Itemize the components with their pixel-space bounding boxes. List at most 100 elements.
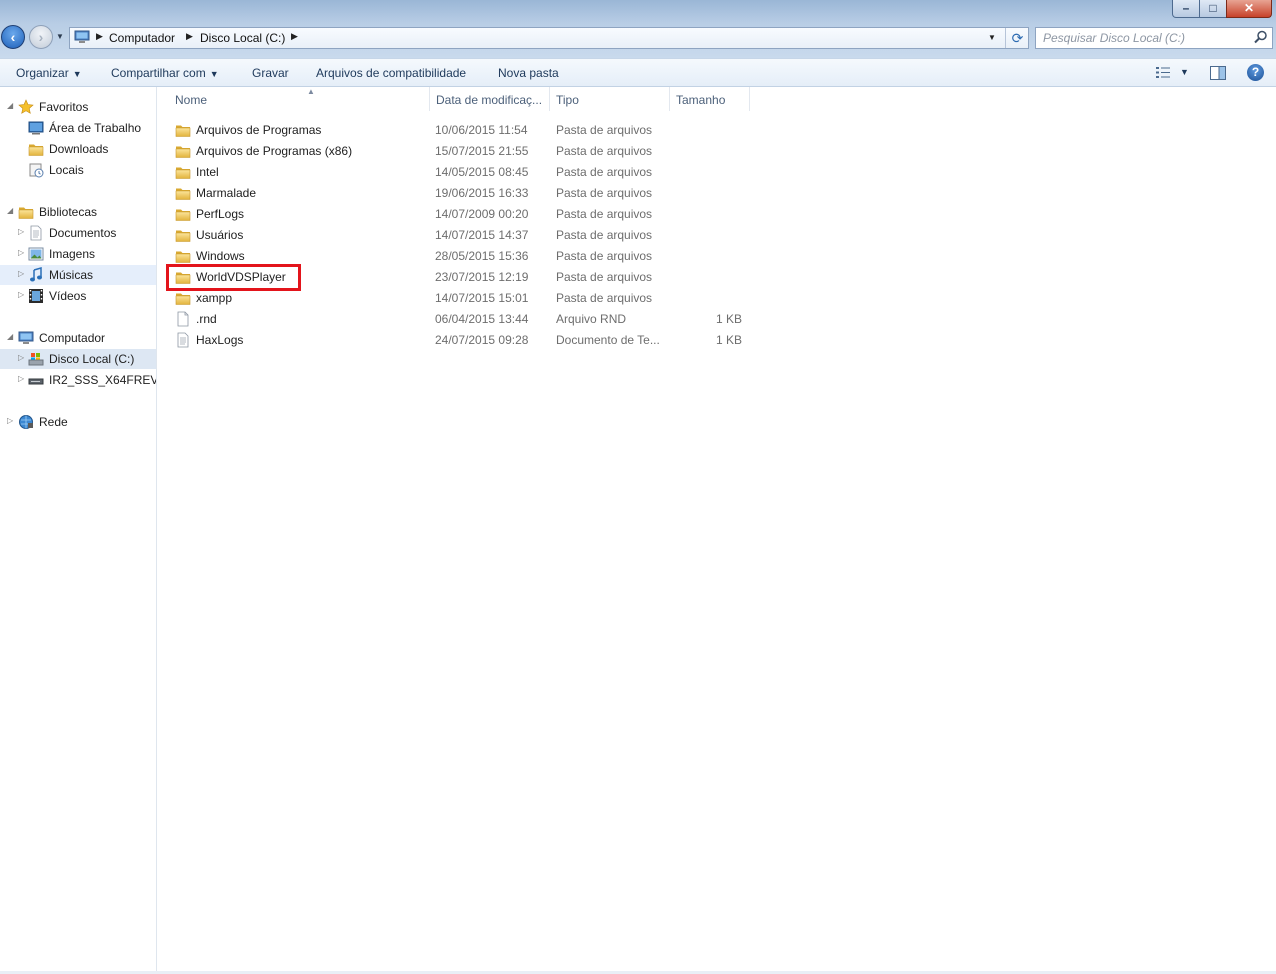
expanded-arrow-icon[interactable]: ◢ [7, 332, 13, 341]
folder-icon [175, 206, 191, 222]
file-row[interactable]: .rnd 06/04/2015 13:44 Arquivo RND 1 KB [175, 309, 755, 330]
file-name: xampp [196, 291, 233, 305]
file-name: HaxLogs [196, 333, 244, 347]
file-row[interactable]: HaxLogs 24/07/2015 09:28 Documento de Te..… [175, 330, 755, 351]
collapsed-arrow-icon[interactable]: ▷ [18, 374, 24, 383]
folder-row[interactable]: Marmalade 19/06/2015 16:33 Pasta de arquiv… [175, 183, 755, 204]
sidebar-item-favoritos[interactable]: ◢ Favoritos [0, 97, 156, 117]
sidebar-item-rede[interactable]: ▷ Rede [0, 412, 156, 432]
recent-pages-dropdown[interactable]: ▼ [56, 32, 64, 41]
breadcrumb-separator-icon[interactable]: ▶ [96, 31, 103, 42]
forward-button[interactable]: › [29, 25, 53, 49]
folder-row[interactable]: Intel 14/05/2015 08:45 Pasta de arquivos [175, 162, 755, 183]
sidebar-item-videos[interactable]: ▷ Vídeos [0, 286, 156, 306]
column-header-tamanho[interactable]: Tamanho [670, 87, 750, 111]
breadcrumb-separator-icon[interactable]: ▶ [186, 31, 193, 42]
file-size: 1 KB [715, 333, 742, 347]
file-type: Arquivo RND [556, 312, 627, 326]
file-date: 14/07/2009 00:20 [435, 207, 529, 221]
navigation-pane[interactable]: ◢ Favoritos Área de Trabalho Downloads L… [0, 87, 157, 972]
folder-row[interactable]: Usuários 14/07/2015 14:37 Pasta de arquivo… [175, 225, 755, 246]
file-type: Pasta de arquivos [556, 186, 653, 200]
file-name: Usuários [196, 228, 244, 242]
star-icon [18, 99, 34, 114]
back-button[interactable]: ‹ [1, 25, 25, 49]
sidebar-item-bibliotecas[interactable]: ◢ Bibliotecas [0, 202, 156, 222]
folder-row[interactable]: xampp 14/07/2015 15:01 Pasta de arquivos [175, 288, 755, 309]
search-icon[interactable] [1254, 30, 1268, 44]
folder-row[interactable]: PerfLogs 14/07/2009 00:20 Pasta de arquivo… [175, 204, 755, 225]
compatibility-files-button[interactable]: Arquivos de compatibilidade [316, 66, 466, 80]
file-date: 15/07/2015 21:55 [435, 144, 529, 158]
collapsed-arrow-icon[interactable]: ▷ [18, 269, 24, 278]
folder-row[interactable]: Arquivos de Programas (x86) 15/07/2015 21… [175, 141, 755, 162]
file-name: .rnd [196, 312, 217, 326]
file-name: Intel [196, 165, 219, 179]
text-document-icon [175, 332, 191, 348]
maximize-icon: □ [1209, 1, 1217, 15]
back-arrow-icon: ‹ [10, 29, 16, 45]
folder-row[interactable]: Arquivos de Programas 10/06/2015 11:54 Pas… [175, 120, 755, 141]
chevron-down-icon: ▼ [72, 69, 82, 79]
file-name: Marmalade [196, 186, 257, 200]
sidebar-item-imagens[interactable]: ▷ Imagens [0, 244, 156, 264]
file-list-pane[interactable]: Nome ▲ Data de modificaç... Tipo Tamanho… [157, 87, 1276, 972]
forward-arrow-icon: › [38, 29, 44, 45]
help-icon[interactable]: ? [1247, 64, 1264, 81]
view-dropdown-icon[interactable]: ▼ [1180, 67, 1189, 77]
search-box[interactable]: Pesquisar Disco Local (C:) [1035, 27, 1273, 49]
file-type: Pasta de arquivos [556, 291, 653, 305]
sidebar-item-documentos[interactable]: ▷ Documentos [0, 223, 156, 243]
breadcrumb-separator-icon[interactable]: ▶ [291, 31, 298, 42]
sidebar-item-disco-local[interactable]: ▷ Disco Local (C:) [0, 349, 156, 369]
music-icon [30, 267, 42, 282]
collapsed-arrow-icon[interactable]: ▷ [18, 227, 24, 236]
minimize-button[interactable]: – [1172, 0, 1200, 18]
sidebar-item-musicas[interactable]: ▷ Músicas [0, 265, 156, 285]
new-folder-button[interactable]: Nova pasta [498, 66, 559, 80]
column-header-nome[interactable]: Nome ▲ [169, 87, 430, 111]
address-dropdown-icon[interactable]: ▼ [988, 33, 996, 42]
expanded-arrow-icon[interactable]: ◢ [7, 101, 13, 110]
folder-icon [175, 164, 191, 180]
file-date: 19/06/2015 16:33 [435, 186, 529, 200]
collapsed-arrow-icon[interactable]: ▷ [18, 248, 24, 257]
sidebar-item-label: IR2_SSS_X64FREV_PT [49, 373, 157, 387]
file-type: Pasta de arquivos [556, 228, 653, 242]
search-input[interactable]: Pesquisar Disco Local (C:) [1043, 31, 1185, 45]
dvd-drive-icon [28, 378, 44, 385]
breadcrumb-disco-local[interactable]: Disco Local (C:) [200, 31, 285, 45]
collapsed-arrow-icon[interactable]: ▷ [18, 290, 24, 299]
file-date: 14/07/2015 15:01 [435, 291, 529, 305]
collapsed-arrow-icon[interactable]: ▷ [18, 353, 24, 362]
organize-label: Organizar [16, 66, 69, 80]
share-with-button[interactable]: Compartilhar com ▼ [111, 66, 219, 80]
collapsed-arrow-icon[interactable]: ▷ [7, 416, 13, 425]
file-date: 14/07/2015 14:37 [435, 228, 529, 242]
expanded-arrow-icon[interactable]: ◢ [7, 206, 13, 215]
close-button[interactable]: ✕ [1226, 0, 1272, 18]
file-name: PerfLogs [196, 207, 245, 221]
sidebar-item-downloads[interactable]: Downloads [0, 139, 156, 159]
sidebar-item-locais[interactable]: Locais [0, 160, 156, 180]
file-type: Pasta de arquivos [556, 207, 653, 221]
column-header-tipo[interactable]: Tipo [550, 87, 670, 111]
sidebar-item-computador[interactable]: ◢ Computador [0, 328, 156, 348]
address-bar[interactable]: ▶ Computador ▶ Disco Local (C:) ▶ ▼ ⟳ [69, 27, 1029, 49]
documents-icon [28, 225, 44, 241]
refresh-button[interactable]: ⟳ [1005, 28, 1029, 48]
file-size: 1 KB [715, 312, 742, 326]
view-details-icon[interactable] [1155, 66, 1171, 79]
maximize-button[interactable]: □ [1199, 0, 1227, 18]
sidebar-item-label: Favoritos [39, 100, 89, 114]
sidebar-item-dvd-drive[interactable]: ▷ IR2_SSS_X64FREV_PT [0, 370, 156, 390]
file-type: Pasta de arquivos [556, 123, 653, 137]
sidebar-item-area-de-trabalho[interactable]: Área de Trabalho [0, 118, 156, 138]
sidebar-item-label: Locais [49, 163, 84, 177]
breadcrumb-computador[interactable]: Computador [109, 31, 175, 45]
burn-button[interactable]: Gravar [252, 66, 289, 80]
organize-button[interactable]: Organizar ▼ [16, 66, 82, 80]
column-header-data[interactable]: Data de modificaç... [430, 87, 550, 111]
folder-icon [175, 143, 191, 159]
preview-pane-icon[interactable] [1210, 66, 1226, 80]
